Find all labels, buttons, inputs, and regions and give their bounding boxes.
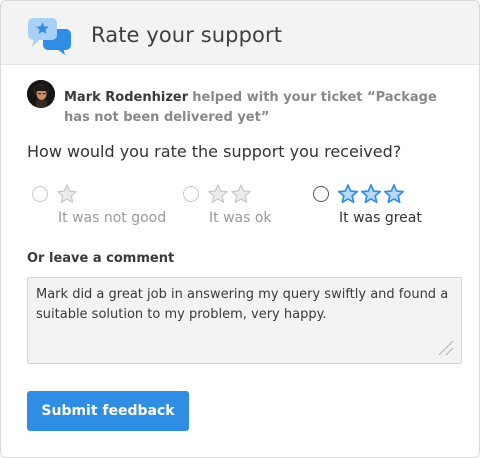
chat-bubbles-star-icon [28,18,71,55]
agent-message: Mark Rodenhizer helped with your ticket … [64,88,464,128]
star-rating-2 [207,183,253,205]
comment-heading: Or leave a comment [27,251,175,266]
star-icon [384,184,404,204]
rating-option-label: It was not good [58,210,167,226]
star-icon [208,184,228,203]
star-rating-1 [56,183,79,205]
resize-grip-icon[interactable] [436,338,454,356]
star-icon [231,184,251,203]
star-rating-3 [337,183,406,205]
rating-radio-great[interactable] [313,186,329,202]
agent-name: Mark Rodenhizer [64,90,189,105]
rating-option-great[interactable]: It was great [313,183,433,229]
rating-radio-ok[interactable] [183,186,199,202]
rating-option-label: It was ok [209,210,272,226]
rating-radio-not-good[interactable] [32,186,48,202]
comment-text: Mark did a great job in answering my que… [36,287,449,322]
rating-option-ok[interactable]: It was ok [183,183,293,229]
star-icon [361,184,381,204]
submit-feedback-button[interactable]: Submit feedback [27,391,189,431]
rating-option-label: It was great [339,210,422,226]
star-icon [57,184,77,203]
rating-card: Rate your support Mark Rodenhizer helped… [0,0,480,458]
rating-question: How would you rate the support you recei… [27,142,402,161]
rating-option-not-good[interactable]: It was not good [32,183,172,229]
avatar [27,80,55,108]
page-title: Rate your support [91,23,283,47]
comment-textarea[interactable]: Mark did a great job in answering my que… [27,277,462,364]
card-header: Rate your support [1,1,479,65]
star-icon [338,184,358,204]
